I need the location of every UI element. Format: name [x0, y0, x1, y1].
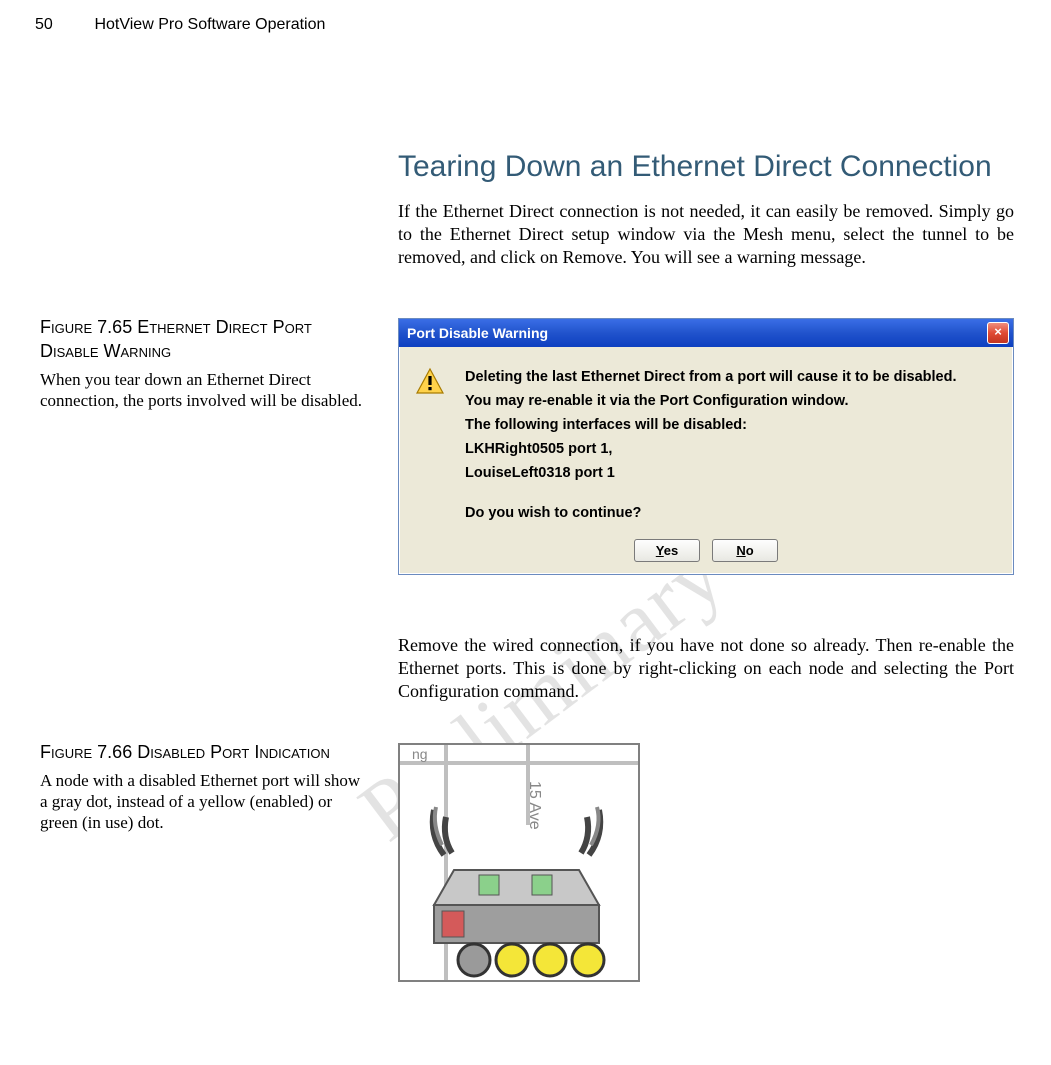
- dialog-body: Deleting the last Ethernet Direct from a…: [399, 347, 1013, 539]
- street-label: 15 Ave: [526, 781, 543, 830]
- port-dot-2-yellow: [496, 944, 528, 976]
- map-label-ng: ng: [412, 746, 428, 762]
- port-dot-4-yellow: [572, 944, 604, 976]
- dialog-titlebar: Port Disable Warning ×: [399, 319, 1013, 347]
- dialog-line-3: The following interfaces will be disable…: [465, 413, 957, 437]
- dialog-line-2: You may re-enable it via the Port Config…: [465, 389, 957, 413]
- dialog-button-row: Yes No: [399, 539, 1013, 574]
- figure-2-title: Figure 7.66 Disabled Port Indication: [40, 740, 370, 764]
- no-button[interactable]: No: [712, 539, 778, 562]
- dialog-message: Deleting the last Ethernet Direct from a…: [465, 365, 957, 525]
- port-dot-1-gray: [458, 944, 490, 976]
- port-disable-warning-dialog: Port Disable Warning × Deleting the last…: [398, 318, 1014, 575]
- dialog-title: Port Disable Warning: [407, 325, 548, 341]
- figure-caption-1: Figure 7.65 Ethernet Direct Port Disable…: [40, 315, 370, 411]
- dialog-line-5: LouiseLeft0318 port 1: [465, 461, 957, 485]
- section-paragraph-1: If the Ethernet Direct connection is not…: [398, 200, 1014, 269]
- page-header: 50 HotView Pro Software Operation: [35, 16, 325, 34]
- figure-1-title: Figure 7.65 Ethernet Direct Port Disable…: [40, 315, 370, 363]
- figure-caption-2: Figure 7.66 Disabled Port Indication A n…: [40, 740, 370, 833]
- figure-1-body: When you tear down an Ethernet Direct co…: [40, 369, 370, 411]
- close-icon[interactable]: ×: [987, 322, 1009, 344]
- dialog-line-6: Do you wish to continue?: [465, 501, 957, 525]
- section-paragraph-2: Remove the wired connection, if you have…: [398, 634, 1014, 703]
- figure-2-body: A node with a disabled Ethernet port wil…: [40, 770, 370, 833]
- dialog-line-4: LKHRight0505 port 1,: [465, 437, 957, 461]
- section-heading: Tearing Down an Ethernet Direct Connecti…: [398, 150, 992, 184]
- warning-icon: [415, 367, 445, 402]
- running-title: HotView Pro Software Operation: [94, 16, 325, 33]
- page-number: 50: [35, 16, 90, 34]
- port-dot-3-yellow: [534, 944, 566, 976]
- yes-button[interactable]: Yes: [634, 539, 700, 562]
- dialog-line-1: Deleting the last Ethernet Direct from a…: [465, 365, 957, 389]
- disabled-port-figure: ng 15 Ave: [398, 743, 640, 982]
